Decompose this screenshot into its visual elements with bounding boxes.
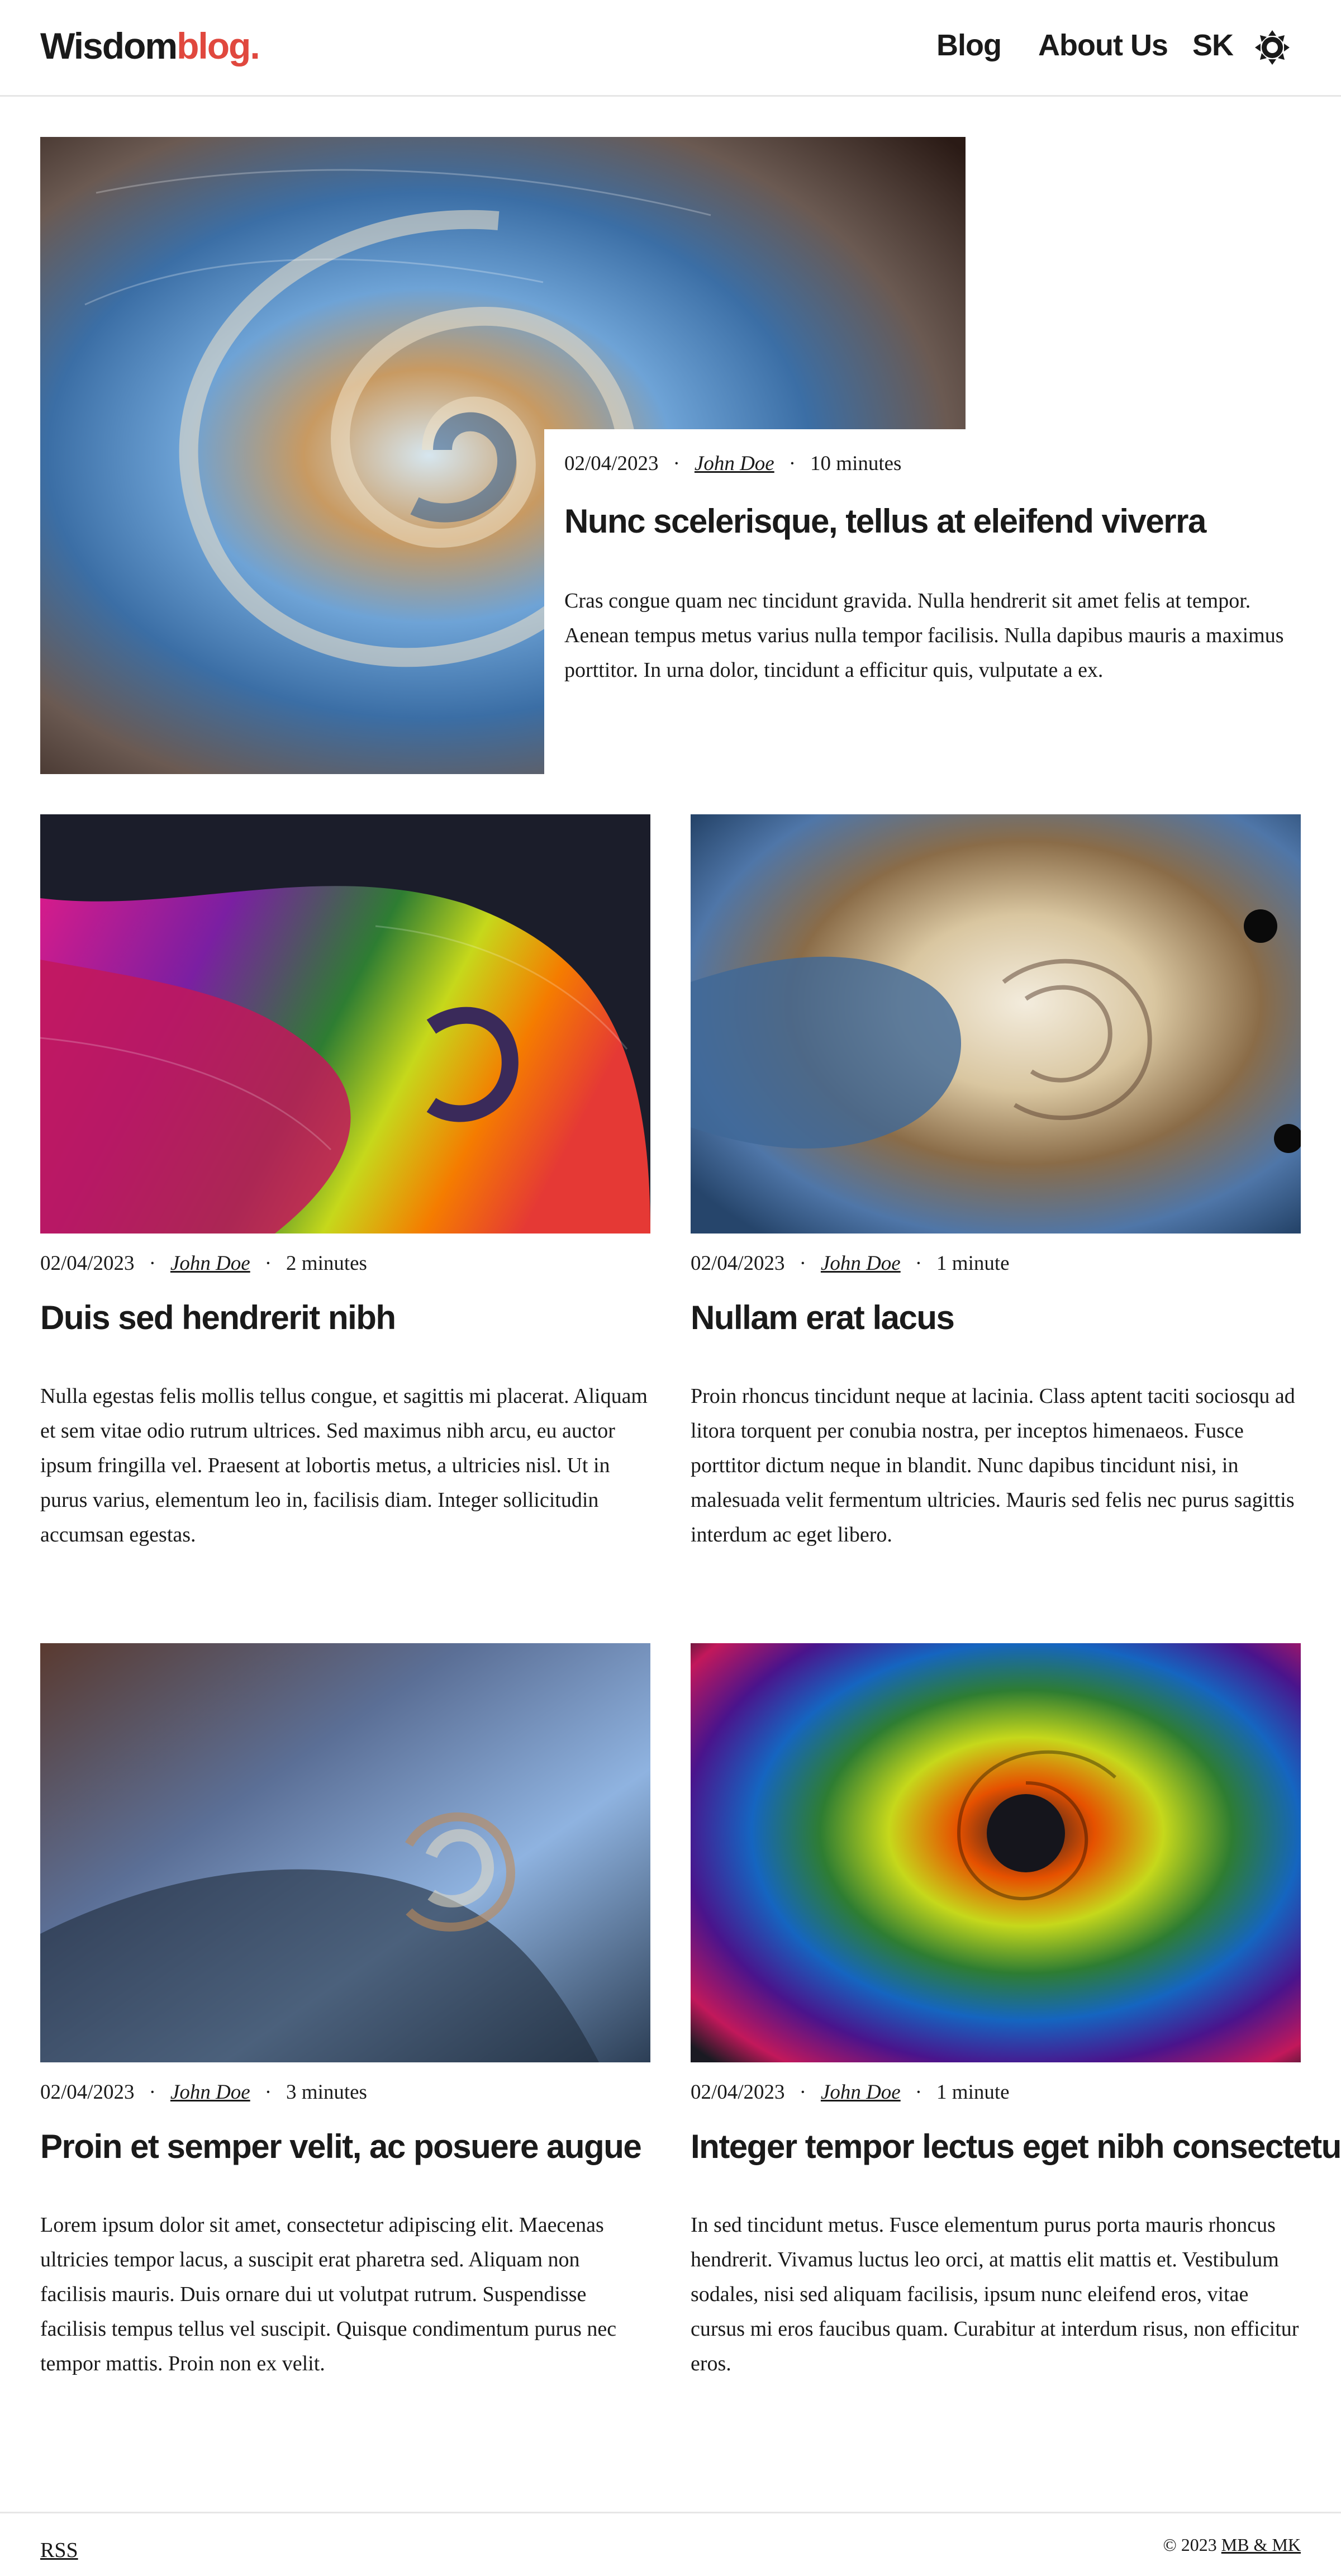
site-header: Wisdomblog. Blog About Us SK — [0, 0, 1341, 97]
fractal-spiral-cream-blue-image — [691, 814, 1301, 1234]
post-author-link[interactable]: John Doe — [170, 1252, 250, 1275]
post-author-link[interactable]: John Doe — [821, 1252, 901, 1275]
meta-separator: · — [799, 2081, 806, 2104]
meta-separator: · — [673, 452, 680, 475]
copyright-year: © 2023 — [1163, 2535, 1217, 2555]
meta-separator: · — [915, 2081, 922, 2104]
post-date: 02/04/2023 — [40, 1252, 135, 1275]
nav-link-about-us[interactable]: About Us — [1038, 28, 1168, 63]
post-author-link[interactable]: John Doe — [695, 452, 774, 475]
post-author-link[interactable]: John Doe — [170, 2081, 250, 2104]
post-reading-time: 1 minute — [936, 1252, 1010, 1275]
meta-separator: · — [915, 1252, 922, 1275]
post-title-link[interactable]: Nunc scelerisque, tellus at eleifend viv… — [564, 502, 1206, 540]
logo-wordmark-accent: blog — [177, 25, 251, 67]
post-excerpt: In sed tincidunt metus. Fusce elementum … — [691, 2213, 1299, 2375]
site-logo[interactable]: Wisdomblog. — [40, 25, 260, 67]
post-date: 02/04/2023 — [564, 452, 659, 475]
sun-icon — [1255, 30, 1290, 65]
post-title-link[interactable]: Nullam erat lacus — [691, 1298, 955, 1337]
post-title-link[interactable]: Proin et semper velit, ac posuere augue — [40, 2127, 642, 2166]
post-image[interactable] — [40, 814, 650, 1234]
fractal-spiral-brown-blue-image — [40, 1643, 650, 2062]
post-meta: 02/04/2023 · John Doe · 3 minutes — [40, 2080, 367, 2104]
meta-separator: · — [788, 452, 796, 475]
copyright-notice: © 2023 MB & MK — [1163, 2535, 1301, 2555]
site-footer: RSS © 2023 MB & MK — [0, 2512, 1341, 2576]
post-excerpt: Proin rhoncus tincidunt neque at lacinia… — [691, 1384, 1295, 1546]
post-meta: 02/04/2023 · John Doe · 2 minutes — [40, 1251, 367, 1275]
nav-link-blog[interactable]: Blog — [936, 28, 1002, 63]
post-meta: 02/04/2023 · John Doe · 10 minutes — [564, 452, 901, 476]
post-reading-time: 2 minutes — [286, 1252, 367, 1275]
post-title-link[interactable]: Duis sed hendrerit nibh — [40, 1298, 396, 1337]
post-meta: 02/04/2023 · John Doe · 1 minute — [691, 2080, 1010, 2104]
copyright-owners-link[interactable]: MB & MK — [1221, 2535, 1301, 2555]
logo-wordmark-primary: Wisdom — [40, 25, 178, 67]
post-date: 02/04/2023 — [691, 2081, 785, 2104]
logo-dot: . — [250, 25, 260, 67]
rss-link[interactable]: RSS — [40, 2538, 78, 2563]
fractal-spiral-neon-rainbow-image — [691, 1643, 1301, 2062]
post-image[interactable] — [691, 814, 1301, 1234]
featured-post-card: 02/04/2023 · John Doe · 10 minutes Nunc scel… — [544, 429, 1341, 774]
post-excerpt: Cras congue quam nec tincidunt gravida. … — [564, 589, 1284, 682]
meta-separator: · — [149, 1252, 156, 1275]
post-date: 02/04/2023 — [691, 1252, 785, 1275]
fractal-spiral-rainbow-image — [40, 814, 650, 1234]
post-title-link[interactable]: Integer tempor lectus eget nibh consecte… — [691, 2127, 1341, 2166]
post-image[interactable] — [40, 1643, 650, 2062]
theme-toggle-button[interactable] — [1254, 29, 1291, 66]
post-excerpt: Nulla egestas felis mollis tellus congue… — [40, 1384, 648, 1546]
meta-separator: · — [149, 2081, 156, 2104]
post-meta: 02/04/2023 · John Doe · 1 minute — [691, 1251, 1010, 1275]
post-reading-time: 1 minute — [936, 2081, 1010, 2104]
meta-separator: · — [264, 2081, 272, 2104]
meta-separator: · — [799, 1252, 806, 1275]
meta-separator: · — [264, 1252, 272, 1275]
post-reading-time: 10 minutes — [810, 452, 902, 475]
post-excerpt: Lorem ipsum dolor sit amet, consectetur … — [40, 2213, 617, 2375]
language-switch-sk[interactable]: SK — [1192, 28, 1234, 63]
post-reading-time: 3 minutes — [286, 2081, 367, 2104]
post-image[interactable] — [691, 1643, 1301, 2062]
post-author-link[interactable]: John Doe — [821, 2081, 901, 2104]
post-date: 02/04/2023 — [40, 2081, 135, 2104]
